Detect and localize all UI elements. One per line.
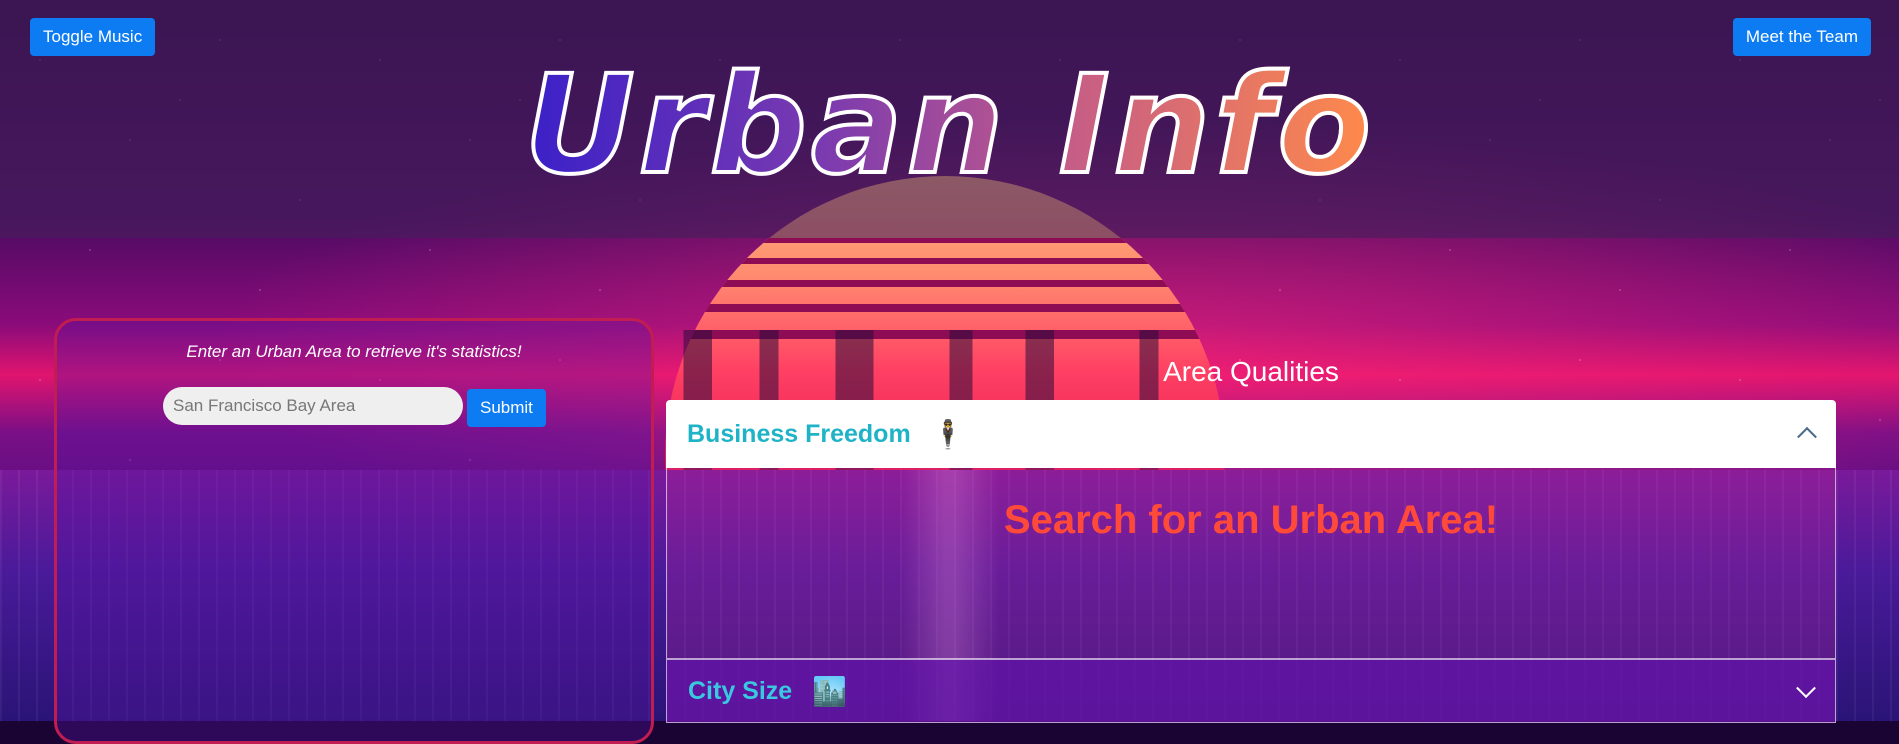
accordion-header-city-size[interactable]: City Size 🏙️: [666, 659, 1836, 723]
meet-the-team-button[interactable]: Meet the Team: [1732, 18, 1871, 56]
toggle-music-button[interactable]: Toggle Music: [30, 18, 156, 56]
cityscape-icon: 🏙️: [812, 675, 848, 707]
area-qualities-title: Area Qualities: [1163, 356, 1339, 387]
accordion-body-business-freedom: Search for an Urban Area!: [666, 468, 1836, 659]
chevron-down-icon: [1796, 678, 1816, 699]
chevron-up-icon: [1797, 426, 1817, 447]
accordion-label: City Size: [688, 676, 793, 705]
page-title: Urban Info: [522, 45, 1375, 207]
qualities-accordion: Business Freedom 🕴️ Search for an Urban …: [666, 400, 1836, 723]
accordion-header-business-freedom[interactable]: Business Freedom 🕴️: [666, 400, 1836, 468]
search-panel: Enter an Urban Area to retrieve it's sta…: [54, 318, 654, 744]
search-hint: Enter an Urban Area to retrieve it's sta…: [186, 342, 522, 361]
business-person-icon: 🕴️: [930, 418, 966, 450]
empty-state-message: Search for an Urban Area!: [1003, 498, 1499, 542]
submit-button[interactable]: Submit: [467, 389, 546, 427]
search-input[interactable]: [163, 387, 463, 425]
accordion-label: Business Freedom: [687, 419, 911, 448]
